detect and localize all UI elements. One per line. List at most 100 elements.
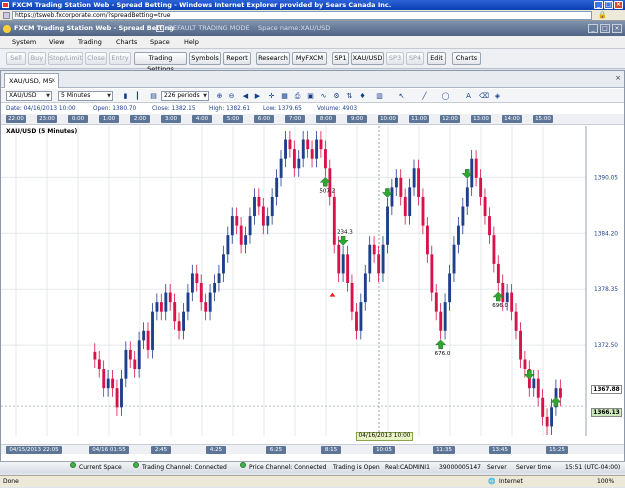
entry-button[interactable]: Entry <box>109 52 131 65</box>
sp1-button[interactable]: SP1 <box>332 52 349 65</box>
zoom-in-icon[interactable]: ⊕ <box>215 92 224 101</box>
y-tick-label: 1384.20 <box>594 231 618 237</box>
candle-body <box>479 177 483 197</box>
trading-settings-button[interactable]: Trading Settings <box>134 52 187 73</box>
candle-body <box>523 359 527 370</box>
candle-body <box>381 244 385 274</box>
date-tick-label: 2:45 <box>151 446 171 454</box>
symbols-button[interactable]: Symbols <box>189 52 221 65</box>
eraser-icon[interactable]: ⌫ <box>479 92 489 101</box>
edit-button[interactable]: Edit <box>427 52 446 65</box>
alert-icon[interactable]: ♦ <box>358 92 367 101</box>
menu-system[interactable]: System <box>12 36 36 49</box>
app-restore-icon[interactable]: □ <box>600 24 610 33</box>
tab-close-icon[interactable]: x <box>51 74 55 88</box>
print-icon[interactable]: ⎙ <box>293 92 302 101</box>
maximize-icon[interactable]: □ <box>604 1 613 9</box>
sell-arrow-icon <box>337 236 349 246</box>
scroll-left-icon[interactable]: ◀ <box>241 92 250 101</box>
stop-limit-button[interactable]: Stop/Limit <box>48 52 83 65</box>
instrument-select[interactable]: XAU/USD ▼ <box>6 91 52 101</box>
menu-space[interactable]: Space <box>150 36 170 49</box>
layout-mode[interactable]: DEFAULT TRADING MODE <box>168 21 250 36</box>
sp4-button[interactable]: SP4 <box>406 52 424 65</box>
candle-body <box>190 273 194 293</box>
signal-icon[interactable]: ⇅ <box>345 92 354 101</box>
candle-body <box>208 292 212 312</box>
candle-body <box>421 196 425 226</box>
add-study-icon[interactable]: ▥ <box>375 92 384 101</box>
minimize-icon[interactable]: _ <box>594 1 603 9</box>
candle-body <box>137 340 141 370</box>
report-button[interactable]: Report <box>223 52 251 65</box>
candle-body <box>168 292 172 303</box>
zoom-level[interactable]: 100% <box>597 476 614 488</box>
charts-button[interactable]: Charts <box>452 52 481 65</box>
timeframe-select[interactable]: 5 Minutes ▼ <box>58 91 113 101</box>
settings-icon[interactable]: ⚙ <box>332 92 341 101</box>
research-button[interactable]: Research <box>256 52 290 65</box>
pane-menu-icon[interactable]: × <box>615 74 621 82</box>
pointer-icon[interactable]: ↖ <box>397 92 406 101</box>
candle-body <box>399 177 403 197</box>
chart-tab[interactable]: XAU/USD, M5 x <box>4 73 59 88</box>
crosshair-icon[interactable]: ✛ <box>267 92 276 101</box>
menu-charts[interactable]: Charts <box>116 36 137 49</box>
candle-body <box>488 216 491 236</box>
candle-body <box>408 187 412 217</box>
sell-button[interactable]: Sell <box>6 52 26 65</box>
ohlc-info: Date: 04/16/2013 10:00 Open: 1380.70 Clo… <box>1 104 624 114</box>
candle-body <box>186 292 190 312</box>
periods-select[interactable]: 226 periods ▼ <box>161 91 209 101</box>
candle-body <box>501 283 505 303</box>
candle-body <box>341 254 345 274</box>
candle-body <box>288 139 292 150</box>
save-icon[interactable]: ▣ <box>306 92 315 101</box>
candle-body <box>102 369 106 389</box>
trading-channel-icon <box>133 462 139 468</box>
date-tick-label: 10:05 <box>373 446 395 454</box>
text-tool-icon[interactable]: A <box>464 92 473 101</box>
trade-annotation: 696.0 <box>492 303 508 309</box>
candle-body <box>470 158 474 188</box>
buy-button[interactable]: Buy <box>28 52 46 65</box>
candle-body <box>310 149 314 159</box>
magnet-icon[interactable]: ◈ <box>493 92 502 101</box>
close-button[interactable]: Close <box>85 52 107 65</box>
grid-icon[interactable]: ▦ <box>280 92 289 101</box>
indicator-icon[interactable]: ∿ <box>319 92 328 101</box>
candle-body <box>292 149 296 169</box>
candle-body <box>403 196 407 217</box>
candle-type-icon[interactable]: ▮ <box>121 92 130 101</box>
ellipse-tool-icon[interactable]: ◯ <box>441 92 450 101</box>
chart-canvas[interactable]: 1390.05 1384.20 1378.35 1372.50 507.2 234.3 67… <box>1 126 624 454</box>
space-name: Space name:XAU/USD <box>258 24 331 32</box>
status-current-space[interactable]: Current Space <box>79 462 122 474</box>
bar-type-icon[interactable]: ┃ <box>133 92 142 101</box>
zoom-out-icon[interactable]: ⊖ <box>227 92 236 101</box>
candle-body <box>394 177 398 188</box>
sp3-button[interactable]: SP3 <box>386 52 404 65</box>
layout-icon <box>156 25 164 32</box>
info-low: Low: 1379.65 <box>263 106 302 112</box>
periods-icon[interactable]: ▤ <box>149 92 158 101</box>
time-tick-label: 4:00 <box>192 115 212 123</box>
time-tick-label: 9:00 <box>347 115 367 123</box>
app-close-icon[interactable]: × <box>612 24 622 33</box>
close-icon[interactable]: × <box>614 1 623 9</box>
url-field[interactable]: https://tsweb.fxcorporate.com/?spreadBet… <box>12 11 592 20</box>
candlestick-chart[interactable]: 1390.05 1384.20 1378.35 1372.50 507.2 234.3 67… <box>1 126 624 444</box>
menu-trading[interactable]: Trading <box>78 36 102 49</box>
lock-icon[interactable]: 🔒 <box>598 11 607 20</box>
xau-usd-space-button[interactable]: XAU/USD <box>351 52 384 65</box>
myfxcm-button[interactable]: MyFXCM <box>292 52 327 65</box>
candle-body <box>496 263 500 283</box>
y-tick-label: 1378.35 <box>594 287 618 293</box>
line-tool-icon[interactable]: ╱ <box>420 92 429 101</box>
menu-help[interactable]: Help <box>184 36 199 49</box>
trade-annotation: 676.0 <box>435 351 451 357</box>
buy-arrow-icon <box>435 339 447 350</box>
scroll-right-icon[interactable]: ▶ <box>253 92 262 101</box>
app-minimize-icon[interactable]: _ <box>588 24 598 33</box>
menu-view[interactable]: View <box>49 36 64 49</box>
